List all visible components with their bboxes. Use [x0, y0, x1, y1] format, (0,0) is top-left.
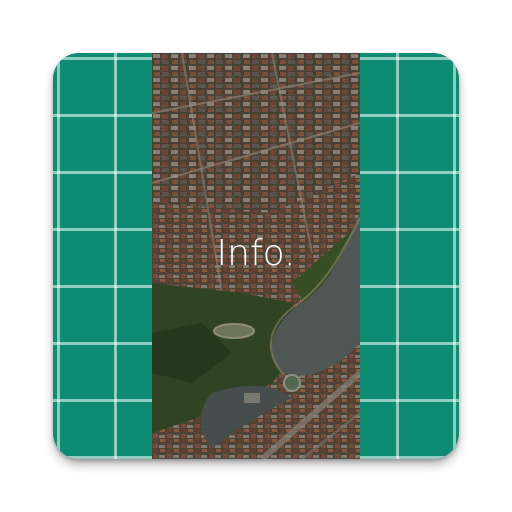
grid-panel-right: [360, 53, 459, 459]
app-icon[interactable]: Info.: [53, 53, 459, 459]
aerial-city-photo: Info.: [152, 53, 360, 459]
icon-label: Info.: [216, 233, 296, 274]
grid-panel-left: [53, 53, 152, 459]
